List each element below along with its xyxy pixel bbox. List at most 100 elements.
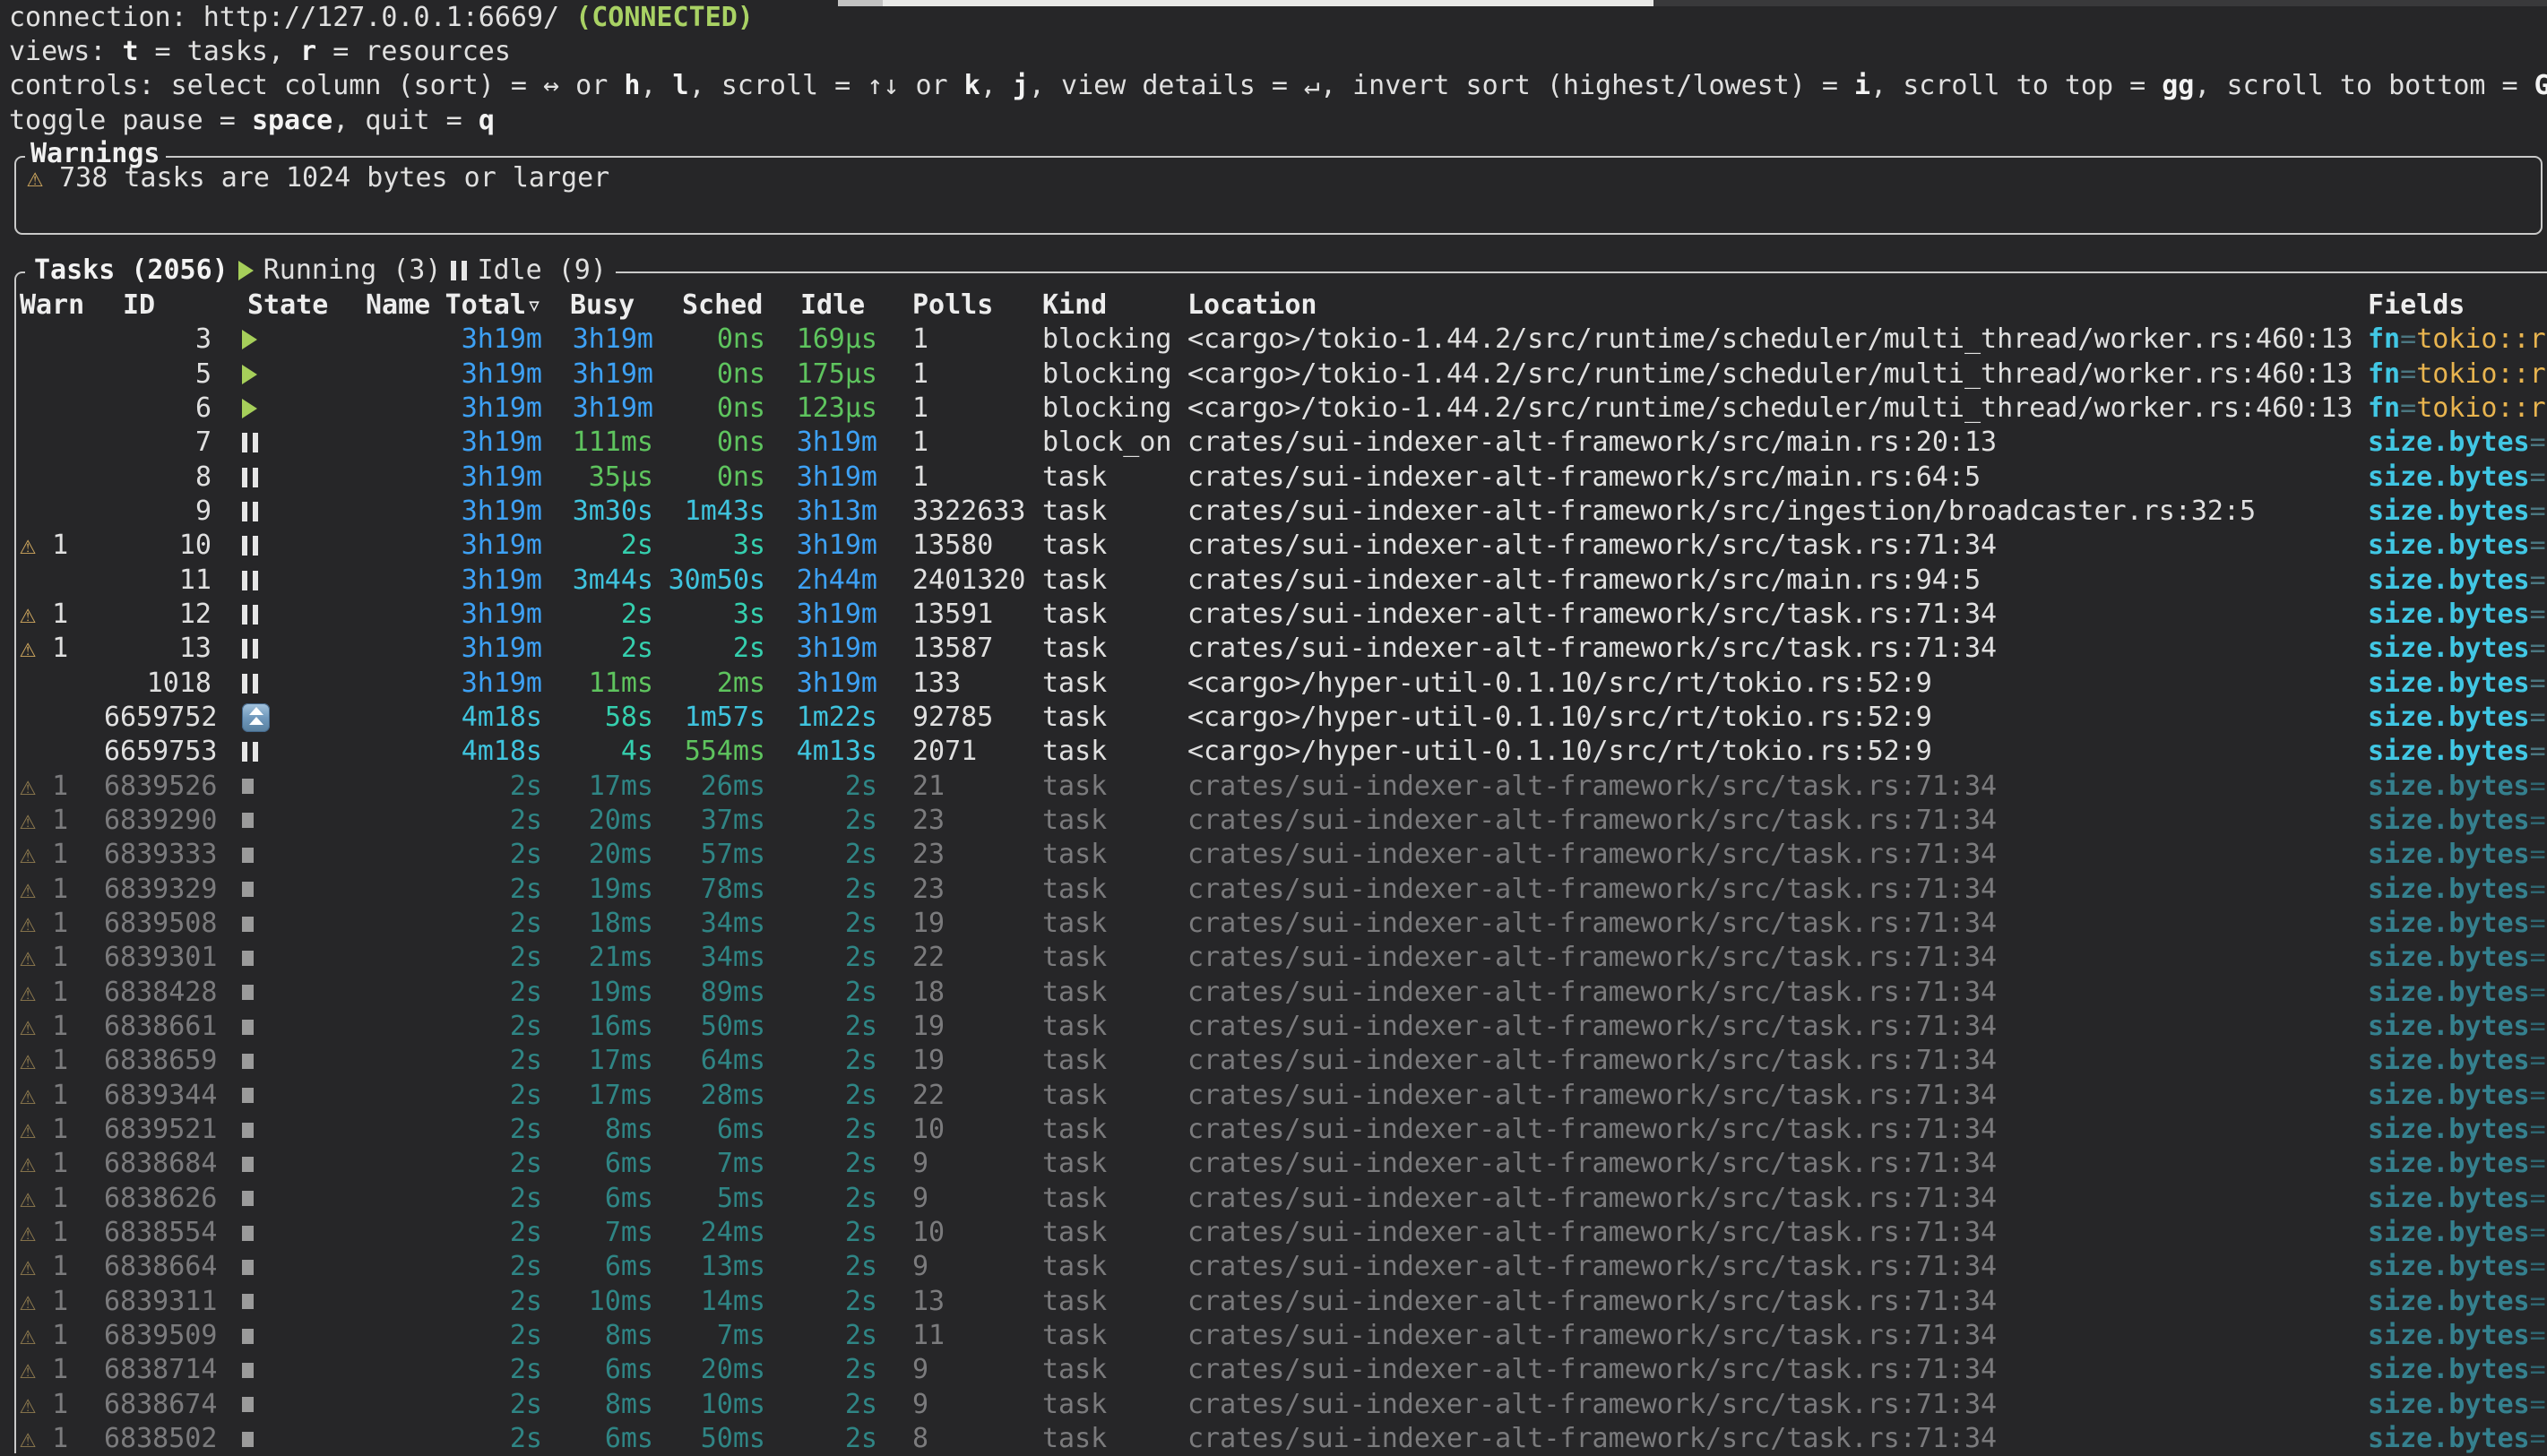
task-row[interactable]: ⚠ 168393332s20ms57ms2s23taskcrates/sui-i… (18, 838, 2547, 872)
task-row[interactable]: 73h19m111ms0ns3h19m1block_oncrates/sui-i… (18, 426, 2547, 460)
task-row[interactable]: ⚠ 168384282s19ms89ms2s18taskcrates/sui-i… (18, 976, 2547, 1010)
column-header-name[interactable]: Name (348, 289, 442, 323)
cell-fields: size.bytes= (2354, 564, 2547, 598)
task-row[interactable]: 113h19m3m44s30m50s2h44m2401320taskcrates… (18, 563, 2547, 597)
completed-icon (242, 848, 254, 863)
task-row[interactable]: 83h19m35µs0ns3h19m1taskcrates/sui-indexe… (18, 460, 2547, 494)
task-row[interactable]: ⚠ 168392902s20ms37ms2s23taskcrates/sui-i… (18, 804, 2547, 838)
task-row[interactable]: ⚠ 168395212s8ms6ms2s10taskcrates/sui-ind… (18, 1113, 2547, 1147)
duration-value: 2s (510, 1217, 542, 1248)
column-header-fields[interactable]: Fields (2354, 289, 2547, 323)
cell-busy: 3h19m (542, 392, 653, 426)
cell-state (229, 1294, 348, 1309)
duration-value: 2s (845, 1114, 877, 1145)
cell-sched: 37ms (653, 804, 765, 838)
cell-busy: 8ms (542, 1113, 653, 1147)
cell-polls: 19 (877, 1044, 1028, 1078)
task-row[interactable]: ⚠ 168385022s6ms50ms2s8taskcrates/sui-ind… (18, 1422, 2547, 1456)
task-row[interactable]: 33h19m3h19m0ns169µs1blocking<cargo>/toki… (18, 323, 2547, 357)
duration-value: 2s (845, 839, 877, 870)
task-row[interactable]: ⚠ 168393012s21ms34ms2s22taskcrates/sui-i… (18, 941, 2547, 975)
field-equals: = (2530, 668, 2546, 699)
cell-fields: fn=tokio::r (2354, 323, 2547, 357)
task-row[interactable]: ⚠ 168385542s7ms24ms2s10taskcrates/sui-in… (18, 1216, 2547, 1250)
field-equals: = (2530, 1320, 2546, 1351)
cell-state (229, 1260, 348, 1275)
column-header-sched[interactable]: Sched (653, 289, 765, 323)
column-header-polls[interactable]: Polls (877, 289, 1028, 323)
cell-task-id: 6 (104, 392, 229, 426)
task-row[interactable]: 53h19m3h19m0ns175µs1blocking<cargo>/toki… (18, 357, 2547, 391)
field-equals: = (2530, 1183, 2546, 1214)
cell-kind: task (1028, 495, 1183, 529)
task-row[interactable]: ⚠ 168393292s19ms78ms2s23taskcrates/sui-i… (18, 873, 2547, 907)
duration-value: 2s (845, 908, 877, 939)
running-count-label: Running (3) (263, 254, 442, 288)
duration-value: 2s (733, 633, 765, 664)
task-row[interactable]: ⚠ 168393442s17ms28ms2s22taskcrates/sui-i… (18, 1079, 2547, 1113)
duration-value: 11ms (589, 668, 653, 699)
column-header-state[interactable]: State (229, 289, 348, 323)
cell-polls: 18 (877, 976, 1028, 1010)
task-row[interactable]: ⚠ 168395262s17ms26ms2s21taskcrates/sui-i… (18, 769, 2547, 803)
cell-fields: size.bytes= (2354, 667, 2547, 701)
cell-fields: size.bytes= (2354, 426, 2547, 460)
column-header-kind[interactable]: Kind (1028, 289, 1183, 323)
cell-location: crates/sui-indexer-alt-framework/src/tas… (1183, 598, 2354, 632)
task-row[interactable]: ⚠ 168386612s16ms50ms2s19taskcrates/sui-i… (18, 1010, 2547, 1044)
task-row[interactable]: ⚠ 168395082s18ms34ms2s19taskcrates/sui-i… (18, 907, 2547, 941)
cell-polls: 9 (877, 1353, 1028, 1387)
cell-polls: 9 (877, 1250, 1028, 1284)
column-header-busy[interactable]: Busy (542, 289, 653, 323)
field-key: size.bytes (2368, 942, 2530, 973)
cell-sched: 24ms (653, 1216, 765, 1250)
column-header-idle[interactable]: Idle (765, 289, 877, 323)
duration-value: 0ns (717, 358, 765, 390)
completed-icon (242, 917, 254, 932)
task-row[interactable]: ⚠ 1103h19m2s3s3h19m13580taskcrates/sui-i… (18, 529, 2547, 563)
running-icon (242, 330, 257, 349)
field-equals: = (2530, 1114, 2546, 1145)
cell-busy: 21ms (542, 941, 653, 975)
cell-busy: 6ms (542, 1353, 653, 1387)
cell-kind: task (1028, 735, 1183, 769)
cell-fields: size.bytes= (2354, 1113, 2547, 1147)
cell-warn: ⚠ 1 (18, 632, 104, 666)
task-row[interactable]: 10183h19m11ms2ms3h19m133task<cargo>/hype… (18, 666, 2547, 700)
column-header-total-sorted[interactable]: Total▿ (442, 289, 542, 323)
cell-sched: 89ms (653, 976, 765, 1010)
task-row[interactable]: 63h19m3h19m0ns123µs1blocking<cargo>/toki… (18, 392, 2547, 426)
field-equals: = (2530, 1286, 2546, 1317)
task-row[interactable]: ⚠ 168386592s17ms64ms2s19taskcrates/sui-i… (18, 1044, 2547, 1078)
warning-icon: ⚠ (20, 977, 36, 1008)
task-row[interactable]: ⚠ 168386262s6ms5ms2s9taskcrates/sui-inde… (18, 1182, 2547, 1216)
cell-sched: 26ms (653, 770, 765, 804)
duration-value: 2s (845, 1286, 877, 1317)
column-header-warn[interactable]: Warn (18, 289, 104, 323)
task-row[interactable]: ⚠ 168386842s6ms7ms2s9taskcrates/sui-inde… (18, 1147, 2547, 1181)
warning-icon: ⚠ (20, 1286, 36, 1317)
duration-value: 123µs (797, 392, 877, 424)
task-row[interactable]: ⚠ 168387142s6ms20ms2s9taskcrates/sui-ind… (18, 1353, 2547, 1387)
cell-location: crates/sui-indexer-alt-framework/src/tas… (1183, 1422, 2354, 1456)
task-row[interactable]: ⚠ 168386742s8ms10ms2s9taskcrates/sui-ind… (18, 1388, 2547, 1422)
duration-value: 2s (510, 1354, 542, 1385)
task-row[interactable]: ⚠ 168393112s10ms14ms2s13taskcrates/sui-i… (18, 1285, 2547, 1319)
task-row[interactable]: ⚠ 1123h19m2s3s3h19m13591taskcrates/sui-i… (18, 598, 2547, 632)
task-row[interactable]: ⚠ 1133h19m2s2s3h19m13587taskcrates/sui-i… (18, 632, 2547, 666)
task-row[interactable]: 66597524m18s58s1m57s1m22s92785task<cargo… (18, 701, 2547, 735)
cell-warn: ⚠ 1 (18, 598, 104, 632)
task-row[interactable]: 93h19m3m30s1m43s3h13m3322633taskcrates/s… (18, 495, 2547, 529)
column-header-location[interactable]: Location (1183, 289, 2354, 323)
field-equals: = (2400, 323, 2416, 355)
duration-value: 3h19m (573, 323, 653, 355)
duration-value: 2s (845, 1011, 877, 1042)
cell-state (229, 1226, 348, 1241)
cell-location: crates/sui-indexer-alt-framework/src/tas… (1183, 1319, 2354, 1353)
cell-location: crates/sui-indexer-alt-framework/src/tas… (1183, 1113, 2354, 1147)
task-row[interactable]: ⚠ 168395092s8ms7ms2s11taskcrates/sui-ind… (18, 1319, 2547, 1353)
cell-total: 2s (442, 1079, 542, 1113)
task-row[interactable]: 66597534m18s4s554ms4m13s2071task<cargo>/… (18, 735, 2547, 769)
task-row[interactable]: ⚠ 168386642s6ms13ms2s9taskcrates/sui-ind… (18, 1250, 2547, 1284)
column-header-id[interactable]: ID (104, 289, 229, 323)
